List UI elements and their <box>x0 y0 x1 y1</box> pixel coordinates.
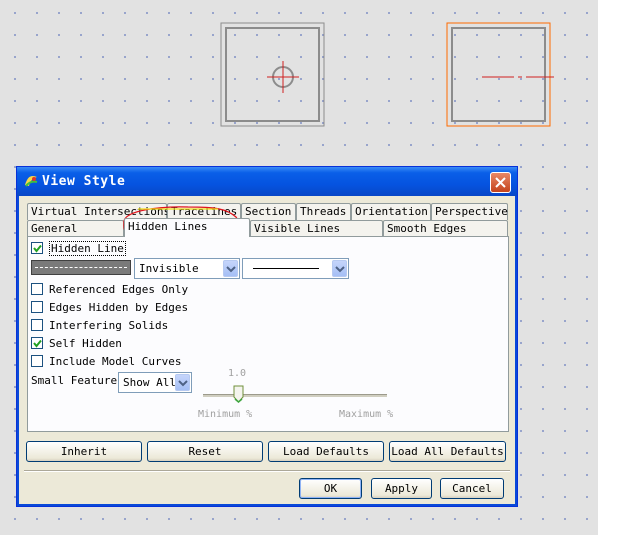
hidden-lines-panel: Hidden Line Invisible Referenced Edges O… <box>27 236 509 432</box>
checkbox[interactable] <box>31 337 43 349</box>
checkbox[interactable] <box>31 355 43 367</box>
line-color-swatch[interactable] <box>31 260 131 275</box>
checkbox[interactable] <box>31 242 43 254</box>
slider-thumb[interactable] <box>233 385 244 403</box>
tab-label: Smooth Edges <box>387 222 467 235</box>
hidden-line-style-combo[interactable]: Invisible <box>134 258 240 279</box>
dropdown-button[interactable] <box>175 374 190 391</box>
slider-thumb-icon <box>233 385 244 403</box>
option-label: Referenced Edges Only <box>49 283 189 296</box>
tab-label: Section <box>245 205 292 218</box>
apply-button[interactable]: Apply <box>371 478 432 499</box>
tab-label: General <box>31 222 78 235</box>
tab-perspective[interactable]: Perspective <box>431 203 508 220</box>
ok-button[interactable]: OK <box>299 478 362 499</box>
load-all-defaults-button[interactable]: Load All Defaults <box>389 441 506 462</box>
checkbox[interactable] <box>31 319 43 331</box>
tab-label: Visible Lines <box>254 222 341 235</box>
tab-visible-lines[interactable]: Visible Lines <box>250 220 383 237</box>
tab-general[interactable]: General <box>27 220 124 237</box>
slider-value-label: 1.0 <box>228 368 247 379</box>
slider-track <box>203 394 387 397</box>
dialog-titlebar[interactable]: View Style <box>17 167 517 196</box>
dropdown-button[interactable] <box>332 260 347 277</box>
slider-max-label: Maximum % <box>339 409 394 420</box>
tab-orientation[interactable]: Orientation <box>351 203 431 220</box>
close-button[interactable] <box>490 172 511 193</box>
small-features-label: Small Features <box>31 374 124 387</box>
small-features-combo[interactable]: Show All <box>118 372 192 393</box>
option-label: Self Hidden <box>49 337 122 350</box>
tab-threads[interactable]: Threads <box>296 203 351 220</box>
reset-button[interactable]: Reset <box>147 441 263 462</box>
drawing-view-side-selected[interactable] <box>446 22 554 128</box>
tab-label: Threads <box>300 205 347 218</box>
solid-line-preview <box>253 268 319 269</box>
chevron-down-icon <box>226 266 236 273</box>
combo-value: Invisible <box>139 262 199 275</box>
tab-section[interactable]: Section <box>241 203 296 220</box>
close-icon <box>495 177 506 188</box>
combo-value: Show All <box>123 376 176 389</box>
dialog-title: View Style <box>42 174 126 189</box>
checkmark-icon <box>33 339 42 348</box>
tab-label: Hidden Lines <box>128 220 208 233</box>
option-label: Edges Hidden by Edges <box>49 301 189 314</box>
ptc-logo-icon <box>25 175 38 187</box>
load-defaults-button[interactable]: Load Defaults <box>268 441 384 462</box>
cancel-button[interactable]: Cancel <box>440 478 504 499</box>
swatch-dashed-line <box>35 267 127 268</box>
inherit-button[interactable]: Inherit <box>26 441 142 462</box>
option-label: Include Model Curves <box>49 355 182 368</box>
tab-smooth-edges[interactable]: Smooth Edges <box>383 220 508 237</box>
option-label: Interfering Solids <box>49 319 169 332</box>
line-font-combo[interactable] <box>242 258 349 279</box>
hidden-line-label: Hidden Line <box>49 241 126 256</box>
checkmark-icon <box>33 244 42 253</box>
tab-label: Perspective <box>435 205 508 218</box>
checkbox[interactable] <box>31 283 43 295</box>
chevron-down-icon <box>178 380 188 387</box>
drawing-view-front[interactable] <box>220 22 326 128</box>
tab-label: Orientation <box>355 205 428 218</box>
slider-min-label: Minimum % <box>198 409 253 420</box>
chevron-down-icon <box>335 266 345 273</box>
tab-hidden-lines[interactable]: Hidden Lines <box>124 218 250 237</box>
dropdown-button[interactable] <box>223 260 238 277</box>
small-features-slider[interactable] <box>203 385 387 403</box>
button-separator <box>24 470 510 472</box>
dialog-body: Virtual Intersections Tracelines Section… <box>20 196 514 503</box>
view-style-dialog: View Style Virtual Intersections Traceli… <box>16 166 518 507</box>
checkbox[interactable] <box>31 301 43 313</box>
